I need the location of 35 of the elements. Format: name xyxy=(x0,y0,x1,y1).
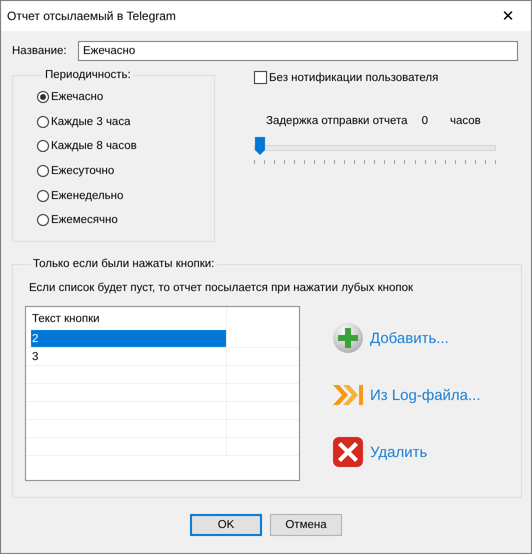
radio-label: Ежечасно xyxy=(51,91,104,104)
delay-value: 0 xyxy=(422,115,428,127)
group-title: Периодичность: xyxy=(44,69,132,81)
radio-button[interactable] xyxy=(37,116,49,128)
dialog-button[interactable]: OK xyxy=(190,514,262,536)
radio-button[interactable] xyxy=(37,91,49,104)
delay-unit: часов xyxy=(450,115,481,127)
action-link[interactable]: Из Log-файла... xyxy=(370,386,481,404)
radio-label: Ежемесячно xyxy=(51,214,118,226)
radio-button[interactable] xyxy=(37,190,49,202)
radio-label: Ежесуточно xyxy=(51,165,114,178)
delete-icon xyxy=(332,436,364,468)
radio-button[interactable] xyxy=(37,165,49,178)
double-chevron-icon xyxy=(332,383,364,407)
checkbox[interactable] xyxy=(254,71,267,84)
radio-label: Еженедельно xyxy=(51,190,124,202)
hint-text: Если список будет пуст, то отчет посылается при нажатии лубых кнопок xyxy=(29,282,414,294)
window-title: Отчет отсылаемый в Telegram xyxy=(7,9,176,23)
list-row[interactable]: 2 xyxy=(31,330,226,347)
checkbox-label: Без нотификации пользователя xyxy=(269,72,438,84)
plus-icon xyxy=(332,322,364,354)
column-header: Текст кнопки xyxy=(31,312,101,324)
group-title: Только если были нажаты кнопки: xyxy=(32,258,216,270)
action-link[interactable]: Добавить... xyxy=(370,330,449,346)
action-link[interactable]: Удалить xyxy=(370,444,428,460)
name-field[interactable]: Ежечасно xyxy=(78,40,518,60)
slider-thumb[interactable] xyxy=(255,137,265,155)
delay-label: Задержка отправки отчета xyxy=(266,115,408,127)
radio-button[interactable] xyxy=(37,214,49,226)
radio-button[interactable] xyxy=(37,140,49,152)
dialog-button[interactable]: Отмена xyxy=(270,514,342,536)
name-label: Название: xyxy=(12,44,68,56)
radio-label: Каждые 8 часов xyxy=(51,140,137,152)
list-row[interactable]: 3 xyxy=(26,348,226,365)
radio-label: Каждые 3 часа xyxy=(51,116,130,128)
